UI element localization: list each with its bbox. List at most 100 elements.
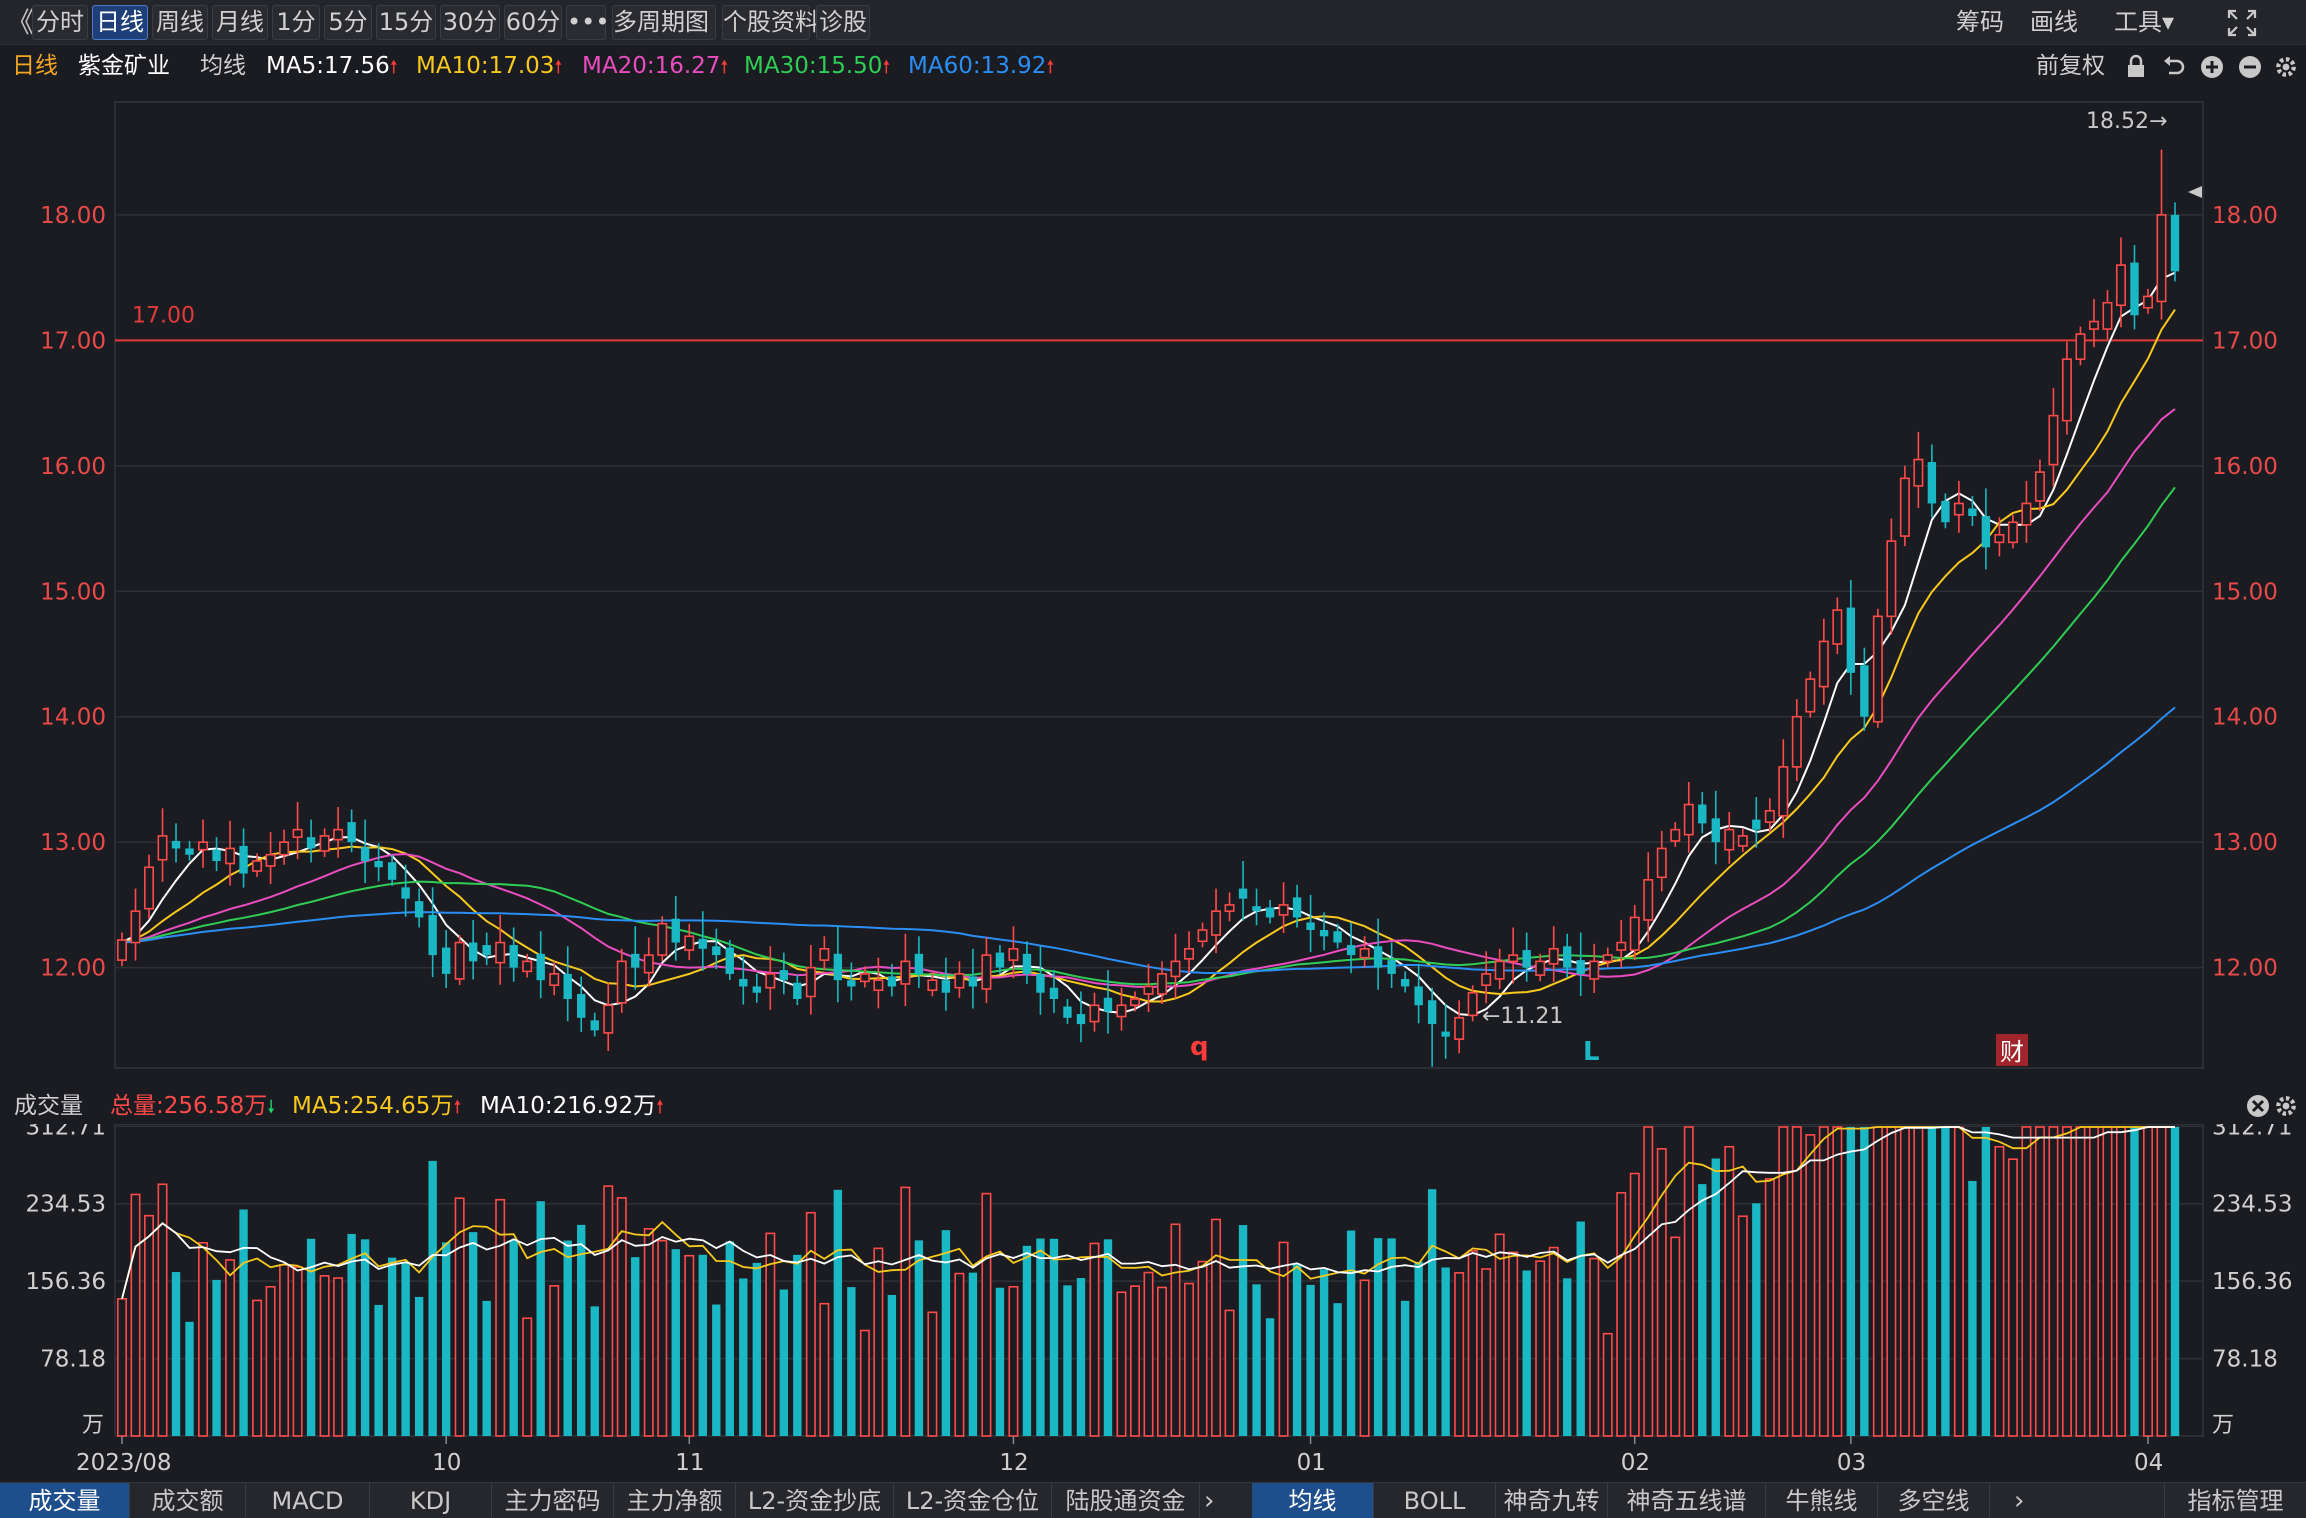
undo-icon[interactable] — [2160, 53, 2188, 81]
candle-body — [2021, 502, 2032, 526]
candle-body — [793, 982, 802, 999]
zoom-out-icon[interactable] — [2236, 53, 2264, 81]
period-tab-15min[interactable]: 15分 — [376, 5, 436, 40]
volume-bar — [428, 1160, 437, 1436]
price-tick-label: 18.00 — [40, 203, 106, 229]
candle-body — [833, 953, 843, 981]
draw-line-button[interactable]: 画线 — [2030, 5, 2078, 40]
chips-button[interactable]: 筹码 — [1956, 5, 2004, 40]
candle-body — [1508, 954, 1519, 963]
volume-bar — [819, 1302, 830, 1437]
scroll-right-right-tabs-icon[interactable]: › — [2014, 1483, 2024, 1518]
volume-bar — [1116, 1291, 1127, 1437]
volume-bar — [2061, 1126, 2072, 1437]
candle-body — [1913, 458, 1924, 487]
scroll-right-left-tabs-icon[interactable]: › — [1204, 1483, 1214, 1518]
tab-main-force-code[interactable]: 主力密码 — [492, 1483, 614, 1518]
volume-bar — [739, 1278, 748, 1436]
zoom-in-icon[interactable] — [2198, 53, 2226, 81]
volume-axis-left: 312.71234.53156.3678.18 — [26, 1114, 106, 1372]
diagnose-button[interactable]: 诊股 — [816, 5, 870, 40]
tab-macd[interactable]: MACD — [246, 1483, 370, 1518]
candle-body — [360, 847, 370, 861]
candle-body — [1886, 540, 1897, 618]
period-tab-5min[interactable]: 5分 — [324, 5, 372, 40]
volume-bar — [859, 1329, 870, 1437]
period-tab-intraday[interactable]: 分时 — [32, 5, 88, 40]
tab-long-short-line[interactable]: 多空线 — [1878, 1483, 1990, 1518]
candle-body — [1346, 945, 1356, 956]
tab-boll[interactable]: BOLL — [1374, 1483, 1496, 1518]
stock-profile-button[interactable]: 个股资料 — [722, 5, 819, 40]
volume-bar — [1953, 1126, 1964, 1437]
multi-period-dropdown[interactable]: 多周期图 ⌄ — [612, 5, 737, 40]
candle-body — [1927, 462, 1937, 504]
volume-title[interactable]: 成交量 — [14, 1088, 83, 1124]
more-periods-button[interactable]: ••• — [566, 5, 609, 40]
event-marker-q[interactable]: q — [1190, 1032, 1209, 1062]
volume-bar — [536, 1201, 545, 1436]
indicator-manage-button[interactable]: 指标管理 — [2164, 1483, 2306, 1518]
tab-kdj[interactable]: KDJ — [370, 1483, 492, 1518]
candle-body — [1143, 985, 1154, 995]
volume-bar — [387, 1257, 397, 1436]
tab-main-force-net[interactable]: 主力净额 — [614, 1483, 736, 1518]
back-icon[interactable]: 《 — [6, 5, 34, 40]
tab-bull-bear-line[interactable]: 牛熊线 — [1766, 1483, 1878, 1518]
volume-settings-gear-icon[interactable] — [2274, 1092, 2298, 1120]
volume-bar — [1602, 1332, 1613, 1437]
adjust-mode[interactable]: 前复权 — [2036, 46, 2105, 86]
period-tab-monthly[interactable]: 月线 — [212, 5, 268, 40]
tab-l2-bottom-fishing[interactable]: L2-资金抄底 — [736, 1483, 894, 1518]
volume-bar — [1049, 1238, 1059, 1436]
candle-body — [2034, 471, 2045, 502]
price-tick-label: 17.00 — [40, 328, 106, 354]
tab-turnover[interactable]: 成交额 — [130, 1483, 246, 1518]
tab-magic-nine[interactable]: 神奇九转 — [1496, 1483, 1608, 1518]
settings-gear-icon[interactable] — [2274, 53, 2298, 81]
candle-body — [1791, 715, 1802, 768]
candle-body — [712, 946, 721, 956]
volume-bar — [1941, 1126, 1950, 1436]
ma-label[interactable]: 均线 — [200, 46, 246, 86]
tools-menu[interactable]: 工具▾ — [2114, 5, 2174, 40]
volume-bar — [1414, 1261, 1423, 1436]
candle-body — [590, 1020, 599, 1031]
kline-chart[interactable]: 18.00 17.00 16.00 15.00 14.00 13.00 12.00 18.0… — [0, 86, 2306, 1482]
period-tab-weekly[interactable]: 周线 — [152, 5, 208, 40]
close-panel-icon[interactable] — [2244, 1092, 2272, 1120]
candle-body — [1846, 607, 1856, 673]
candle-body — [333, 828, 344, 841]
volume-bar — [1292, 1263, 1302, 1436]
event-marker-l[interactable]: L — [1583, 1037, 1600, 1067]
volume-tick-label: 78.18 — [2212, 1347, 2278, 1373]
period-tab-60min[interactable]: 60分 — [504, 5, 562, 40]
period-tab-1min[interactable]: 1分 — [272, 5, 320, 40]
tab-northbound-funds[interactable]: 陆股通资金 — [1052, 1483, 1200, 1518]
tab-magic-five-lines[interactable]: 神奇五线谱 — [1608, 1483, 1766, 1518]
fullscreen-icon[interactable] — [2226, 8, 2258, 38]
tab-volume[interactable]: 成交量 — [0, 1483, 130, 1518]
period-tab-daily[interactable]: 日线 — [92, 5, 148, 40]
stock-name[interactable]: 紫金矿业 — [78, 46, 170, 86]
lock-icon[interactable] — [2122, 53, 2150, 81]
candle-body — [1832, 609, 1843, 645]
candle-body — [1535, 960, 1546, 976]
volume-bar — [1737, 1215, 1748, 1437]
tab-ma[interactable]: 均线 — [1252, 1483, 1374, 1518]
tab-l2-position[interactable]: L2-资金仓位 — [894, 1483, 1052, 1518]
candle-body — [2061, 358, 2072, 422]
candle-body — [631, 953, 640, 968]
volume-bar — [2170, 1126, 2180, 1436]
candle-body — [387, 862, 397, 880]
candle-body — [873, 979, 884, 992]
arrow-up-icon: 🠕 — [554, 57, 563, 78]
period-tab-30min[interactable]: 30分 — [440, 5, 500, 40]
candle-body — [927, 979, 938, 992]
volume-bar — [1563, 1278, 1572, 1436]
candle-body — [468, 942, 478, 962]
candle-body — [1400, 978, 1410, 987]
volume-bar — [185, 1321, 194, 1436]
candle-body — [144, 866, 155, 910]
volume-bar — [698, 1254, 707, 1436]
